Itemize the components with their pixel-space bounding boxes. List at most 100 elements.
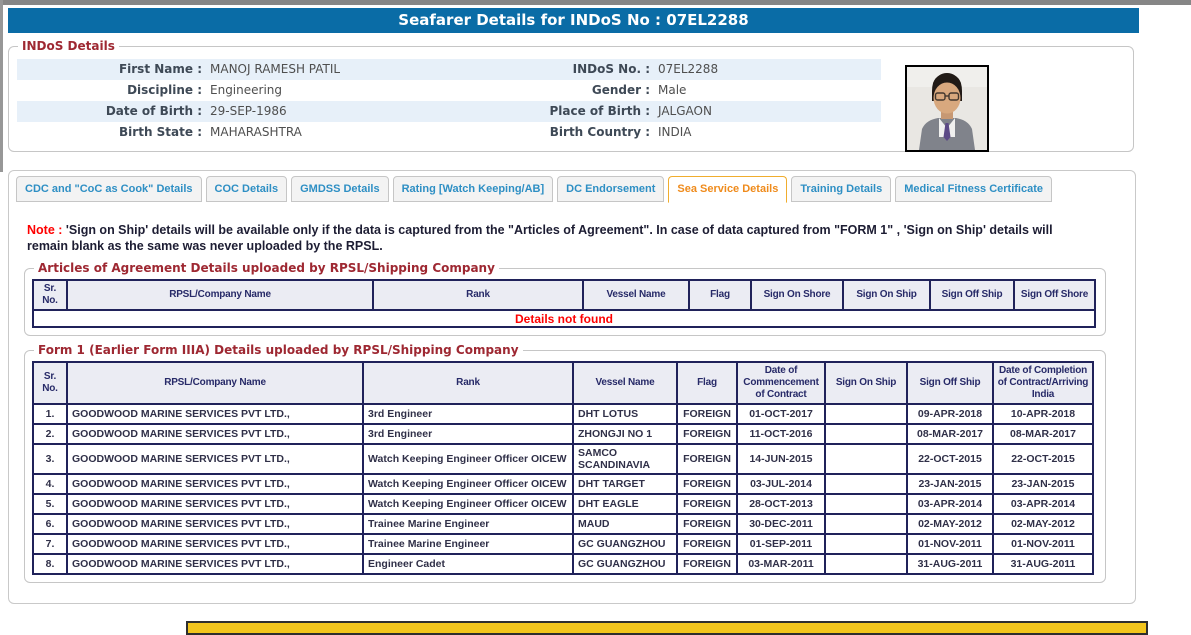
articles-of-agreement-table: Sr. No.RPSL/Company NameRankVessel NameF… bbox=[32, 279, 1096, 328]
birth-country-label: Birth Country : bbox=[540, 122, 650, 143]
table-cell: 31-AUG-2011 bbox=[993, 554, 1093, 574]
column-header: Sign Off Shore bbox=[1014, 280, 1095, 310]
table-cell: FOREIGN bbox=[677, 554, 737, 574]
form1-legend: Form 1 (Earlier Form IIIA) Details uploa… bbox=[34, 343, 523, 357]
table-cell bbox=[825, 474, 907, 494]
tab-cdc-and-coc-as-cook-details[interactable]: CDC and "CoC as Cook" Details bbox=[16, 176, 202, 202]
table-cell: GOODWOOD MARINE SERVICES PVT LTD., bbox=[67, 444, 363, 474]
articles-of-agreement-section: Articles of Agreement Details uploaded b… bbox=[24, 261, 1106, 336]
column-header: Rank bbox=[363, 362, 573, 404]
form1-table-header-row: Sr. No.RPSL/Company NameRankVessel NameF… bbox=[33, 362, 1093, 404]
table-cell: 23-JAN-2015 bbox=[907, 474, 993, 494]
table-cell: 4. bbox=[33, 474, 67, 494]
page: { "page": { "title": "Seafarer Details f… bbox=[0, 0, 1191, 627]
first-name-label: First Name : bbox=[17, 59, 202, 80]
table-cell: 01-OCT-2017 bbox=[737, 404, 825, 424]
table-cell: 5. bbox=[33, 494, 67, 514]
articles-of-agreement-legend: Articles of Agreement Details uploaded b… bbox=[34, 261, 499, 275]
table-cell: Trainee Marine Engineer bbox=[363, 534, 573, 554]
column-header: Vessel Name bbox=[573, 362, 677, 404]
tab-gmdss-details[interactable]: GMDSS Details bbox=[291, 176, 388, 202]
birth-country-value: INDIA bbox=[650, 122, 881, 143]
table-row: 3.GOODWOOD MARINE SERVICES PVT LTD.,Watc… bbox=[33, 444, 1093, 474]
table-cell: FOREIGN bbox=[677, 494, 737, 514]
table-cell: DHT EAGLE bbox=[573, 494, 677, 514]
date-of-birth-value: 29-SEP-1986 bbox=[202, 101, 540, 122]
indos-info-table: First Name : MANOJ RAMESH PATIL INDoS No… bbox=[17, 59, 881, 143]
gender-value: Male bbox=[650, 80, 881, 101]
info-row-birth-state: Birth State : MAHARASHTRA Birth Country … bbox=[17, 122, 881, 143]
tab-rating-watch-keeping-ab[interactable]: Rating [Watch Keeping/AB] bbox=[393, 176, 554, 202]
table-cell bbox=[825, 424, 907, 444]
column-header: Sr. No. bbox=[33, 362, 67, 404]
table-cell: GOODWOOD MARINE SERVICES PVT LTD., bbox=[67, 404, 363, 424]
tab-medical-fitness-certificate[interactable]: Medical Fitness Certificate bbox=[895, 176, 1052, 202]
table-cell: 03-APR-2014 bbox=[993, 494, 1093, 514]
note-body: 'Sign on Ship' details will be available… bbox=[27, 223, 1053, 253]
table-cell: MAUD bbox=[573, 514, 677, 534]
table-cell: 2. bbox=[33, 424, 67, 444]
table-cell: 7. bbox=[33, 534, 67, 554]
page-title: Seafarer Details for INDoS No : 07EL2288 bbox=[8, 8, 1139, 33]
table-cell: 31-AUG-2011 bbox=[907, 554, 993, 574]
indos-details-legend: INDoS Details bbox=[18, 39, 119, 53]
window-left-edge bbox=[0, 0, 3, 172]
place-of-birth-value: JALGAON bbox=[650, 101, 881, 122]
tab-dc-endorsement[interactable]: DC Endorsement bbox=[557, 176, 664, 202]
tab-strip: CDC and "CoC as Cook" Details COC Detail… bbox=[16, 176, 1052, 203]
articles-table-header-row: Sr. No.RPSL/Company NameRankVessel NameF… bbox=[33, 280, 1095, 310]
table-cell: Watch Keeping Engineer Officer OICEW bbox=[363, 494, 573, 514]
table-cell: SAMCO SCANDINAVIA bbox=[573, 444, 677, 474]
info-row-discipline: Discipline : Engineering Gender : Male bbox=[17, 80, 881, 101]
table-cell: 03-MAR-2011 bbox=[737, 554, 825, 574]
table-cell: 01-NOV-2011 bbox=[993, 534, 1093, 554]
table-cell: FOREIGN bbox=[677, 474, 737, 494]
window-top-edge bbox=[0, 0, 1191, 5]
column-header: Rank bbox=[373, 280, 583, 310]
table-cell: 22-OCT-2015 bbox=[993, 444, 1093, 474]
tab-sea-service-details[interactable]: Sea Service Details bbox=[668, 176, 787, 203]
date-of-birth-label: Date of Birth : bbox=[17, 101, 202, 122]
column-header: Sign On Ship bbox=[843, 280, 930, 310]
table-cell: DHT TARGET bbox=[573, 474, 677, 494]
table-cell: FOREIGN bbox=[677, 424, 737, 444]
table-cell: DHT LOTUS bbox=[573, 404, 677, 424]
table-cell: Watch Keeping Engineer Officer OICEW bbox=[363, 444, 573, 474]
table-cell: FOREIGN bbox=[677, 514, 737, 534]
table-cell: 02-MAY-2012 bbox=[907, 514, 993, 534]
column-header: Date of Commencement of Contract bbox=[737, 362, 825, 404]
table-cell: FOREIGN bbox=[677, 444, 737, 474]
articles-empty-row: Details not found bbox=[33, 310, 1095, 327]
column-header: Vessel Name bbox=[583, 280, 689, 310]
table-cell: 3rd Engineer bbox=[363, 424, 573, 444]
first-name-value: MANOJ RAMESH PATIL bbox=[202, 59, 540, 80]
table-cell: Trainee Marine Engineer bbox=[363, 514, 573, 534]
tab-coc-details[interactable]: COC Details bbox=[206, 176, 288, 202]
table-cell: 09-APR-2018 bbox=[907, 404, 993, 424]
table-cell: 8. bbox=[33, 554, 67, 574]
table-row: 2.GOODWOOD MARINE SERVICES PVT LTD.,3rd … bbox=[33, 424, 1093, 444]
table-row: 5.GOODWOOD MARINE SERVICES PVT LTD.,Watc… bbox=[33, 494, 1093, 514]
table-cell: GOODWOOD MARINE SERVICES PVT LTD., bbox=[67, 494, 363, 514]
table-row: 1.GOODWOOD MARINE SERVICES PVT LTD.,3rd … bbox=[33, 404, 1093, 424]
table-cell: GOODWOOD MARINE SERVICES PVT LTD., bbox=[67, 554, 363, 574]
sign-on-ship-note: Note : 'Sign on Ship' details will be av… bbox=[27, 223, 1082, 254]
info-row-date-of-birth: Date of Birth : 29-SEP-1986 Place of Bir… bbox=[17, 101, 881, 122]
column-header: Sign On Shore bbox=[751, 280, 843, 310]
table-cell: 01-SEP-2011 bbox=[737, 534, 825, 554]
place-of-birth-label: Place of Birth : bbox=[540, 101, 650, 122]
table-cell: 10-APR-2018 bbox=[993, 404, 1093, 424]
table-cell: 03-APR-2014 bbox=[907, 494, 993, 514]
table-cell: FOREIGN bbox=[677, 404, 737, 424]
table-cell: 23-JAN-2015 bbox=[993, 474, 1093, 494]
table-cell: GOODWOOD MARINE SERVICES PVT LTD., bbox=[67, 534, 363, 554]
column-header: Sign Off Ship bbox=[930, 280, 1014, 310]
tab-training-details[interactable]: Training Details bbox=[791, 176, 891, 202]
table-cell: Watch Keeping Engineer Officer OICEW bbox=[363, 474, 573, 494]
table-cell: 01-NOV-2011 bbox=[907, 534, 993, 554]
table-cell bbox=[825, 514, 907, 534]
seafarer-photo-image bbox=[907, 67, 987, 150]
table-cell: 6. bbox=[33, 514, 67, 534]
seafarer-photo bbox=[905, 65, 989, 152]
table-cell: GOODWOOD MARINE SERVICES PVT LTD., bbox=[67, 514, 363, 534]
